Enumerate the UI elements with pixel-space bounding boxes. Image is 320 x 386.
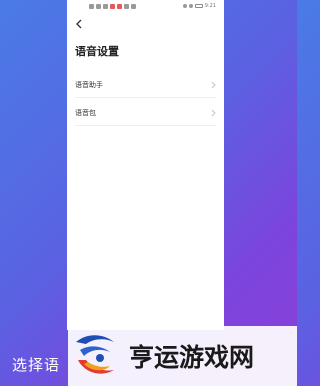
notification-icon [103,4,108,9]
signal-icon [182,4,187,8]
divider [75,97,216,98]
battery-icon [194,4,203,8]
status-notification-icons [89,4,136,9]
notification-icon [117,4,122,9]
status-time: 9:21 [204,3,216,9]
notification-icon [124,4,129,9]
chevron-right-icon [211,109,216,117]
notification-icon [110,4,115,9]
settings-item-voice-assistant[interactable]: 语音助手 [75,75,216,95]
status-bar: 9:21 [67,0,224,16]
notification-icon [89,4,94,9]
settings-item-voice-pack[interactable]: 语音包 [75,103,216,123]
page-title: 语音设置 [75,45,119,58]
settings-item-label: 语音助手 [75,81,103,89]
notification-icon [131,4,136,9]
back-button[interactable] [75,19,82,31]
wifi-icon [188,4,193,8]
chevron-right-icon [211,81,216,89]
background-caption: 选择语 [12,356,61,374]
status-system-icons: 9:21 [182,3,216,9]
watermark-text: 亨运游戏网 [129,343,255,372]
settings-screen: 9:21 语音设置 语音助手 语音包 [67,0,224,330]
chevron-left-icon [76,19,82,29]
settings-item-label: 语音包 [75,109,96,117]
watermark-logo-icon [76,335,114,374]
notification-icon [96,4,101,9]
divider [75,125,216,126]
